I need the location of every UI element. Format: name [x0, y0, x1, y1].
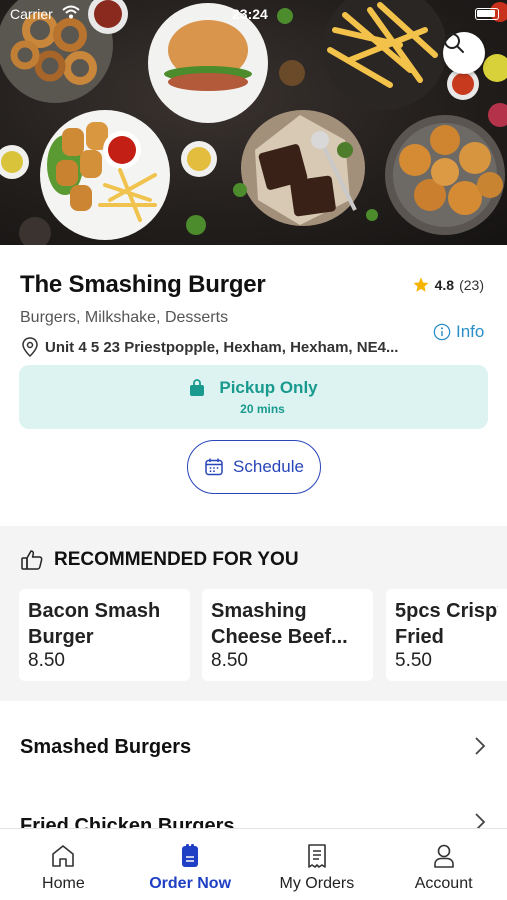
tab-label: My Orders [279, 875, 355, 892]
category-row[interactable]: Smashed Burgers [0, 707, 507, 787]
schedule-label: Schedule [233, 457, 304, 476]
item-name-line: 5pcs Crispy Fried Chicken [395, 600, 498, 648]
search-button[interactable] [443, 32, 485, 74]
tab-label: Account [414, 875, 473, 892]
item-name: Smashing Cheese Beef... [211, 600, 348, 648]
recommended-section: RECOMMENDED FOR YOU Bacon Smash Burger 8… [0, 526, 507, 701]
home-icon [52, 845, 75, 867]
food-illustration [0, 0, 507, 245]
tab-my-orders[interactable]: My Orders [254, 829, 381, 900]
status-bar: Carrier 23:24 [0, 4, 507, 24]
fulfilment-time: 20 mins [240, 402, 285, 416]
info-button[interactable]: Info [433, 322, 484, 342]
recommended-item[interactable]: 5pcs Crispy Fried Chicken 5.50 [386, 589, 507, 681]
order-bag-icon [182, 844, 199, 867]
chevron-right-icon [475, 813, 486, 828]
info-label: Info [456, 322, 485, 341]
category-row[interactable]: Fried Chicken Burgers [0, 787, 507, 828]
rating-count: (23) [459, 277, 484, 293]
item-name: Bacon Smash Burger [28, 600, 161, 648]
cuisine-list: Burgers, Milkshake, Desserts [20, 309, 229, 326]
location-pin-icon [22, 337, 38, 357]
search-icon [444, 33, 464, 53]
recommended-heading: RECOMMENDED FOR YOU [20, 549, 299, 571]
tab-home[interactable]: Home [0, 829, 127, 900]
item-price: 5.50 [395, 650, 432, 671]
address: Unit 4 5 23 Priestpopple, Hexham, Hexham… [21, 337, 431, 357]
tab-account[interactable]: Account [380, 829, 507, 900]
rating-value: 4.8 [434, 277, 455, 293]
receipt-icon [308, 844, 326, 868]
recommended-item[interactable]: Bacon Smash Burger 8.50 [19, 589, 190, 681]
tab-label: Order Now [149, 875, 232, 892]
recommended-item[interactable]: Smashing Cheese Beef... 8.50 [202, 589, 373, 681]
user-icon [433, 844, 454, 868]
bottom-nav: Home Order Now My Orders Account [0, 828, 507, 900]
calendar-icon [205, 458, 223, 476]
recommended-title: RECOMMENDED FOR YOU [54, 549, 299, 570]
carrier-label: Carrier [10, 6, 53, 22]
category-label: Fried Chicken Burgers [20, 815, 235, 828]
fulfilment-mode: Pickup Only [219, 378, 318, 397]
battery-icon [475, 8, 499, 20]
item-price: 8.50 [28, 650, 65, 671]
address-text: Unit 4 5 23 Priestpopple, Hexham, Hexham… [45, 338, 399, 356]
clock: 23:24 [232, 6, 268, 22]
restaurant-name: The Smashing Burger [20, 271, 266, 298]
item-name: 5pcs Crispy Fried Chicken [395, 598, 498, 650]
thumbs-up-icon [21, 550, 43, 570]
pickup-banner[interactable]: Pickup Only 20 mins [19, 365, 488, 429]
tab-order-now[interactable]: Order Now [127, 829, 254, 900]
tab-label: Home [42, 875, 85, 892]
schedule-button[interactable]: Schedule [187, 440, 321, 494]
rating: 4.8 (23) [412, 276, 484, 294]
item-price: 8.50 [211, 650, 248, 671]
star-icon [413, 277, 429, 292]
category-label: Smashed Burgers [20, 735, 192, 758]
shopping-bag-icon [190, 379, 205, 396]
hero-food-image: Carrier 23:24 [0, 0, 507, 245]
info-icon [433, 323, 451, 341]
chevron-right-icon [475, 737, 486, 755]
